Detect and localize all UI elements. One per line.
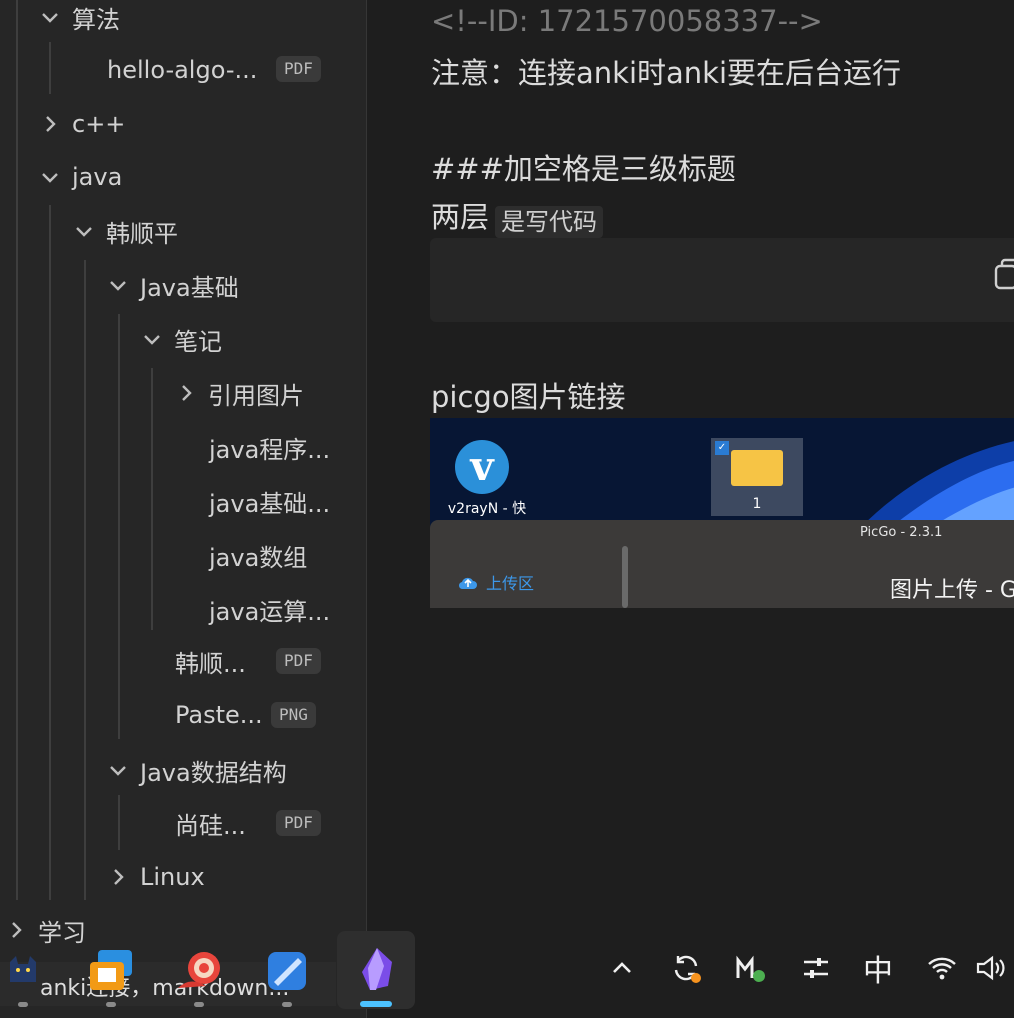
file-label: java运算... (209, 597, 331, 626)
folder-suanfa[interactable]: 算法 (38, 0, 120, 42)
file-type-badge: PDF (276, 56, 321, 82)
file-java-arrays[interactable]: java数组 (209, 530, 307, 580)
obsidian-icon (362, 948, 392, 990)
file-label: 尚硅... (175, 811, 246, 840)
chevron-down-icon (38, 165, 62, 189)
folder-hanshunping[interactable]: 韩顺平 (72, 206, 178, 256)
chevron-down-icon (38, 5, 62, 29)
whiteboard-app-icon[interactable] (264, 948, 310, 994)
folder-label: 学习 (38, 918, 86, 947)
folder-referenced-images[interactable]: 引用图片 (174, 368, 304, 418)
volume-icon[interactable] (970, 948, 1010, 988)
folder-java-basics[interactable]: Java基础 (106, 260, 239, 310)
file-type-badge: PDF (276, 810, 321, 836)
desktop-folder: ✓ 1 (711, 438, 803, 516)
tray-app-m-icon[interactable] (730, 948, 770, 988)
file-shanggui-pdf[interactable]: 尚硅... (175, 798, 246, 848)
folder-icon (731, 450, 783, 486)
sync-icon[interactable] (666, 948, 706, 988)
file-java-program[interactable]: java程序... (209, 422, 330, 472)
taskbar-running-indicator (106, 1002, 116, 1007)
file-explorer-sidebar: 算法 hello-algo-... PDF c++ java 韩顺平 Java基… (0, 0, 367, 1018)
indent-guide (151, 368, 153, 630)
chevron-right-icon (4, 918, 28, 942)
chevron-down-icon (106, 273, 130, 297)
note-line: 注意：连接anki时anki要在后台运行 (431, 56, 902, 90)
folder-label: 引用图片 (208, 381, 304, 410)
folder-java-data-structures[interactable]: Java数据结构 (106, 745, 287, 795)
folder-label: 1 (752, 496, 762, 512)
file-label: java数组 (209, 543, 308, 572)
folder-label: Java数据结构 (140, 758, 287, 787)
folder-label: java (72, 163, 123, 191)
settings-sliders-icon[interactable] (796, 948, 836, 988)
snail-app-icon[interactable] (176, 948, 222, 994)
cloud-upload-icon (458, 577, 477, 590)
taskbar-running-indicator (194, 1002, 204, 1007)
chevron-right-icon (38, 112, 62, 136)
cat-app-icon[interactable] (6, 952, 40, 986)
indent-guide (49, 205, 51, 900)
v2rayn-shortcut-icon: v (455, 440, 509, 494)
file-pasted-image[interactable]: Paste... (175, 690, 263, 740)
file-label: java基础... (209, 489, 331, 518)
show-hidden-icons-chevron-icon[interactable] (604, 948, 640, 988)
html-comment-line: <!--ID: 1721570058337--> (431, 4, 823, 38)
picgo-scrollbar (622, 546, 628, 608)
wifi-icon[interactable] (922, 948, 962, 988)
indent-guide (118, 795, 120, 850)
file-hanshun-pdf[interactable]: 韩顺... (175, 636, 246, 686)
two-layers-line: 两层 是写代码 (431, 194, 604, 238)
taskbar-running-indicator (18, 1002, 28, 1007)
code-block[interactable] (430, 238, 1014, 322)
two-layers-text: 两层 (431, 200, 490, 234)
file-hello-algo[interactable]: hello-algo-... (107, 45, 257, 95)
picgo-heading-line: picgo图片链接 (431, 380, 626, 414)
picgo-window: PicGo - 2.3.1 上传区 图片上传 - G (430, 520, 1014, 608)
file-label: 韩顺... (175, 649, 246, 678)
folder-label: 韩顺平 (106, 219, 178, 248)
file-java-basics-note[interactable]: java基础... (209, 476, 330, 526)
file-type-badge: PDF (276, 648, 321, 674)
chevron-right-icon (106, 865, 130, 889)
heading-hint-line: ###加空格是三级标题 (431, 152, 736, 186)
indent-guide (84, 260, 86, 900)
remote-desktop-app-icon[interactable] (88, 948, 134, 994)
file-java-operators[interactable]: java运算... (209, 584, 330, 634)
markdown-editor[interactable]: <!--ID: 1721570058337--> 注意：连接anki时anki要… (367, 0, 1014, 1018)
file-label: hello-algo-... (107, 56, 258, 84)
embedded-screenshot: v v2rayN - 快捷方式 ✓ 1 PicGo - 2.3.1 上传区 图片… (430, 418, 1014, 608)
chevron-right-icon (174, 381, 198, 405)
chevron-down-icon (106, 758, 130, 782)
picgo-nav-upload: 上传区 (458, 570, 534, 594)
nav-label: 上传区 (486, 574, 535, 593)
taskbar-running-indicator (282, 1002, 292, 1007)
folder-label: Java基础 (140, 273, 239, 302)
folder-notes[interactable]: 笔记 (140, 314, 222, 364)
picgo-window-title: PicGo - 2.3.1 (860, 525, 943, 540)
file-label: Paste... (175, 701, 263, 729)
indent-guide (118, 314, 120, 739)
folder-linux[interactable]: Linux (106, 852, 205, 902)
chevron-down-icon (72, 219, 96, 243)
folder-java[interactable]: java (38, 152, 122, 202)
checkbox-icon: ✓ (715, 441, 729, 455)
active-app-indicator (360, 1001, 392, 1007)
folder-label: c++ (72, 110, 126, 138)
folder-label: Linux (140, 863, 205, 891)
picgo-page-heading: 图片上传 - G (890, 578, 1014, 603)
input-method-indicator[interactable]: 中 (858, 948, 898, 989)
file-label: java程序... (209, 435, 331, 464)
inline-code: 是写代码 (495, 205, 604, 238)
chevron-down-icon (140, 327, 164, 351)
folder-label: 笔记 (174, 327, 222, 356)
folder-label: 算法 (72, 5, 120, 34)
folder-study[interactable]: 学习 (4, 905, 86, 955)
window-title[interactable]: anki连接，markdown... (40, 970, 289, 1002)
folder-cpp[interactable]: c++ (38, 99, 125, 149)
indent-guide (49, 42, 51, 94)
copy-icon[interactable] (994, 258, 1014, 292)
indent-guide (16, 0, 18, 900)
file-type-badge: PNG (271, 702, 316, 728)
